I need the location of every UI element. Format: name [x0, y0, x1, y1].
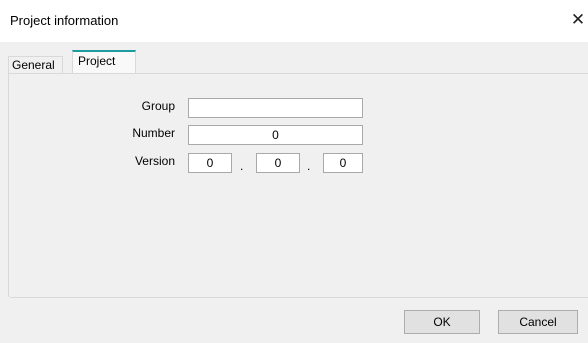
close-icon[interactable]: ✕: [568, 8, 588, 32]
tab-project[interactable]: Project: [72, 50, 136, 73]
number-field[interactable]: [188, 125, 363, 145]
group-field[interactable]: [188, 98, 363, 118]
group-label: Group: [141, 99, 175, 113]
tab-general-label: General: [12, 58, 55, 72]
tab-general[interactable]: General: [8, 56, 63, 73]
ok-button[interactable]: OK: [404, 310, 480, 334]
version-separator: .: [307, 159, 311, 173]
version-separator: .: [240, 159, 244, 173]
dialog-title: Project information: [10, 13, 119, 28]
cancel-button[interactable]: Cancel: [498, 310, 578, 334]
number-label: Number: [132, 126, 175, 140]
footer-divider: [10, 297, 588, 298]
version-patch-field[interactable]: [323, 153, 363, 173]
version-label: Version: [134, 154, 175, 168]
title-bar: Project information ✕: [0, 0, 588, 42]
project-information-dialog: Project information ✕ General Project Gr…: [0, 0, 588, 343]
project-tab-panel: Group Number Version . .: [8, 73, 588, 297]
version-minor-field[interactable]: [256, 153, 300, 173]
tab-project-label: Project: [78, 54, 116, 68]
version-major-field[interactable]: [188, 153, 232, 173]
